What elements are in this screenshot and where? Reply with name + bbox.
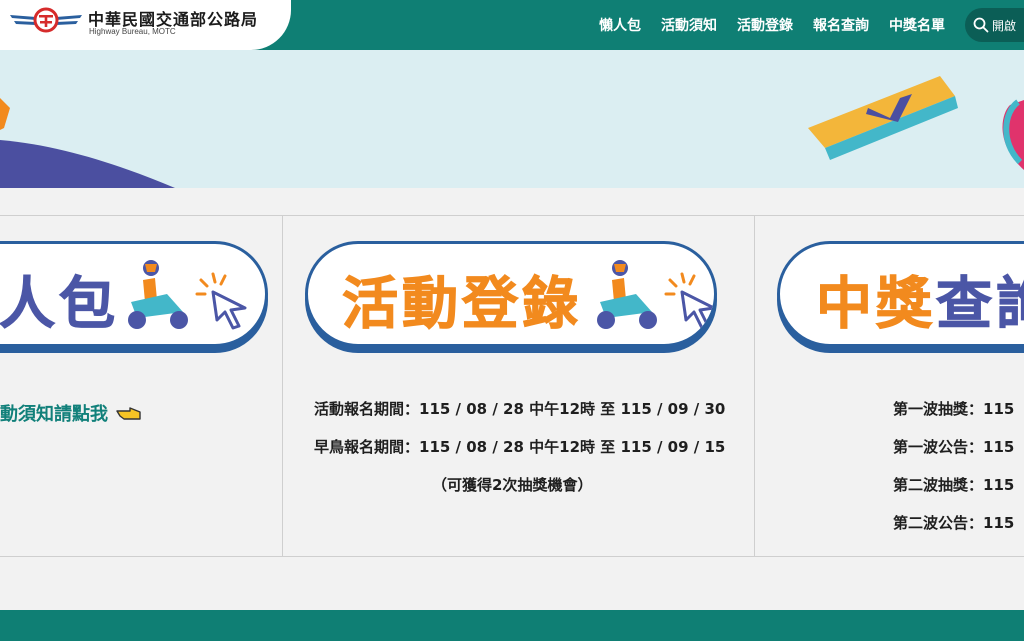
register-card-title: 活動登錄	[342, 272, 582, 338]
notice-link[interactable]: 動須知請點我	[0, 400, 142, 427]
winner-query-card-title: 中獎查詢	[816, 259, 1024, 340]
winner-query-card[interactable]: 中獎查詢	[777, 241, 1024, 347]
nav-item-query[interactable]: 報名查詢	[813, 15, 869, 35]
banner-illustration	[0, 76, 1024, 188]
hero-banner	[0, 50, 1024, 188]
register-card[interactable]: 活動登錄	[305, 241, 717, 347]
winner-title-blue: 查詢	[936, 272, 1024, 338]
nav-item-register[interactable]: 活動登錄	[737, 15, 793, 35]
highway-bureau-logo	[10, 7, 82, 33]
site-footer	[0, 610, 1024, 641]
column-divider	[282, 216, 283, 556]
logo-link[interactable]: 中華民國交通部公路局 Highway Bureau, MOTC	[0, 0, 291, 50]
main-nav: 懶人包 活動須知 活動登錄 報名查詢 中獎名單 開啟	[599, 0, 1024, 50]
scooter-icon	[597, 260, 714, 330]
scooter-icon	[128, 260, 247, 330]
nav-item-guide[interactable]: 懶人包	[599, 15, 641, 35]
search-button[interactable]: 開啟	[965, 8, 1024, 42]
guide-card[interactable]: 人包	[0, 241, 268, 347]
guide-card-title: 人包	[0, 272, 119, 338]
search-button-label: 開啟	[992, 18, 1017, 33]
register-period: 活動報名期間：115 / 08 / 28 中午12時 至 115 / 09 / …	[314, 400, 726, 418]
search-icon	[973, 17, 989, 33]
announce-1-date: 第一波公告：115	[893, 438, 1015, 456]
announce-2-date: 第二波公告：115	[893, 514, 1015, 532]
pointing-hand-icon	[116, 404, 142, 427]
draw-1-date: 第一波抽獎：115	[893, 400, 1015, 418]
feature-cards: 人包 動須知請點我 活動登錄 活動報名期間：115 / 08 / 28 中午12…	[0, 215, 1024, 557]
winner-title-orange: 中獎	[816, 272, 936, 338]
draw-2-date: 第二波抽獎：115	[893, 476, 1015, 494]
column-divider	[754, 216, 755, 556]
early-bird-note: （可獲得2次抽獎機會）	[432, 476, 593, 494]
org-subtitle: Highway Bureau, MOTC	[89, 27, 176, 36]
notice-link-text: 動須知請點我	[0, 404, 108, 425]
nav-item-notice[interactable]: 活動須知	[661, 15, 717, 35]
nav-item-winners[interactable]: 中獎名單	[889, 15, 945, 35]
site-header: 中華民國交通部公路局 Highway Bureau, MOTC 懶人包 活動須知…	[0, 0, 1024, 50]
early-bird-period: 早鳥報名期間：115 / 08 / 28 中午12時 至 115 / 09 / …	[314, 438, 726, 456]
